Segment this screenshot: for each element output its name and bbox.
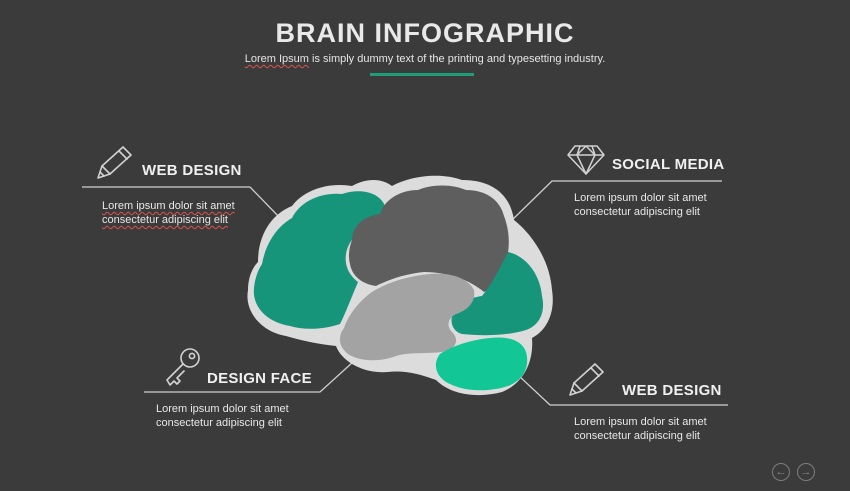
section-text-design-face: Lorem ipsum dolor sit amet consectetur a… bbox=[156, 402, 289, 430]
section-text-web-design-bottom: Lorem ipsum dolor sit amet consectetur a… bbox=[574, 415, 707, 443]
section-title-web-design-bottom: WEB DESIGN bbox=[622, 382, 722, 399]
section-line2: consectetur adipiscing elit bbox=[574, 206, 700, 218]
arrow-right-icon: → bbox=[800, 466, 812, 478]
section-text-social-media: Lorem ipsum dolor sit amet consectetur a… bbox=[574, 191, 707, 219]
section-line1: Lorem ipsum dolor sit amet bbox=[156, 403, 289, 415]
arrow-left-icon: ← bbox=[775, 466, 787, 478]
section-line1: Lorem ipsum dolor sit amet bbox=[574, 416, 707, 428]
pencil-icon-bottom-right bbox=[569, 363, 604, 396]
section-line2: consectetur adipiscing elit bbox=[102, 214, 228, 226]
section-line1: Lorem ipsum dolor sit amet bbox=[102, 200, 235, 212]
section-title-design-face: DESIGN FACE bbox=[207, 370, 312, 387]
section-line2: consectetur adipiscing elit bbox=[574, 430, 700, 442]
section-title-web-design-top: WEB DESIGN bbox=[142, 162, 242, 179]
brain-diagram bbox=[82, 145, 728, 406]
section-text-web-design-top: Lorem ipsum dolor sit amet consectetur a… bbox=[102, 199, 235, 227]
prev-slide-button[interactable]: ← bbox=[772, 463, 790, 481]
pencil-icon-top-left bbox=[97, 146, 132, 179]
key-icon bbox=[166, 348, 200, 386]
diamond-icon bbox=[567, 145, 605, 175]
section-line2: consectetur adipiscing elit bbox=[156, 417, 282, 429]
next-slide-button[interactable]: → bbox=[797, 463, 815, 481]
section-title-social-media: SOCIAL MEDIA bbox=[612, 156, 725, 173]
section-line1: Lorem ipsum dolor sit amet bbox=[574, 192, 707, 204]
